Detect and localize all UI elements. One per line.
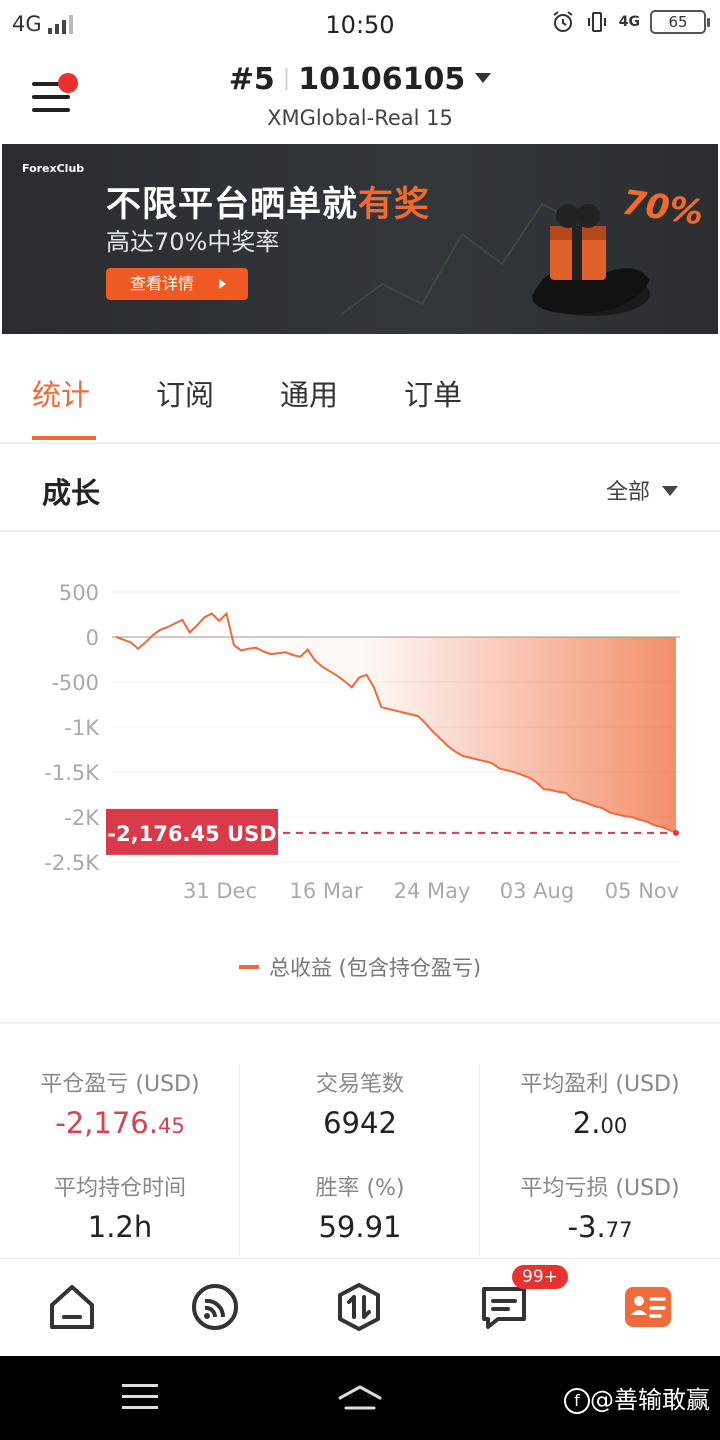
home-icon[interactable] [46,1281,98,1333]
y-tick-label: -500 [51,671,99,695]
y-tick-label: -1K [64,716,100,740]
stat-label: 胜率 (%) [315,1176,405,1201]
stat-avg-hold-time: 平均持仓时间 1.2h [0,1170,240,1244]
series-area [116,613,676,833]
current-value-label: -2,176.45 USD [107,822,276,846]
profile-card-icon[interactable] [622,1281,674,1333]
chart-legend: 总收益 (包含持仓盈亏) [0,952,720,982]
forexclub-logo: ForexClub [22,162,85,175]
y-tick-label: -2.5K [44,851,100,875]
growth-chart-svg[interactable]: 500 0 -500 -1K -1.5K -2K -2.5K 31 Dec 16 Mar 24 M… [0,534,720,934]
tab-orders[interactable]: 订单 [404,372,462,414]
battery-icon: 65 [650,10,710,34]
bottom-navigation: 99+ [0,1258,720,1356]
stat-win-rate: 胜率 (%) 59.91 [240,1170,480,1244]
x-tick-label: 03 Aug [500,879,574,903]
banner-headline: 不限平台晒单就有奖 [106,185,431,225]
network-type-right: 4G [618,14,640,30]
legend-label: 总收益 (包含持仓盈亏) [268,956,482,980]
period-filter[interactable]: 全部 [606,474,678,506]
growth-title: 成长 [42,476,101,510]
tab-statistics[interactable]: 统计 [32,372,90,414]
tab-general[interactable]: 通用 [280,372,338,414]
account-header: #5 | 10106105 XMGlobal-Real 15 [0,52,720,140]
stat-label: 平均盈利 (USD) [520,1072,680,1097]
tab-subscribe[interactable]: 订阅 [156,372,214,414]
weibo-icon: f [564,1388,590,1414]
system-navigation-bar: f @善输敢赢 [0,1356,720,1440]
stat-trade-count: 交易笔数 6942 [240,1066,480,1140]
growth-chart: 500 0 -500 -1K -1.5K -2K -2.5K 31 Dec 16 Mar 24 M… [0,534,720,1024]
status-bar: 4G 10:50 4G 65 [0,0,720,52]
stat-value: 6942 [323,1106,397,1140]
account-rank: #5 [228,62,275,97]
stat-value: 59.91 [318,1210,402,1244]
recent-apps-icon[interactable] [122,1384,158,1417]
stat-value: 1.2h [87,1210,153,1244]
series-endpoint [673,829,679,836]
stat-value: -3.77 [567,1210,633,1244]
y-tick-label: -1.5K [44,761,100,785]
stat-label: 平均持仓时间 [53,1176,186,1201]
feed-icon[interactable] [189,1281,241,1333]
status-icons: 4G 65 [551,10,710,34]
banner-subtitle: 高达70%中奖率 [106,228,280,256]
battery-level: 65 [668,13,688,31]
play-arrow-icon [219,279,226,289]
stat-label: 平仓盈亏 (USD) [40,1072,200,1097]
growth-section-header: 成长 全部 [0,444,720,532]
x-tick-label: 24 May [394,879,471,903]
watermark: f @善输敢赢 [564,1380,710,1415]
x-tick-label: 16 Mar [289,879,362,903]
chevron-down-icon [662,486,678,496]
legend-swatch [238,965,259,969]
stat-value: -2,176.45 [55,1106,185,1140]
account-selector[interactable]: #5 | 10106105 [0,62,720,97]
active-tab-indicator [32,436,96,440]
x-tick-label: 05 Nov [605,879,679,903]
stat-avg-profit: 平均盈利 (USD) 2.00 [480,1066,720,1140]
vibrate-icon [587,12,606,32]
stat-value: 2.00 [572,1106,628,1140]
account-server: XMGlobal-Real 15 [267,106,453,130]
stat-closed-pnl: 平仓盈亏 (USD) -2,176.45 [0,1066,240,1140]
x-tick-label: 31 Dec [183,879,257,903]
stats-grid: 平仓盈亏 (USD) -2,176.45 交易笔数 6942 平均盈利 (USD… [0,1026,720,1258]
trade-icon[interactable] [333,1281,385,1333]
message-badge: 99+ [512,1265,568,1289]
y-tick-label: 500 [59,581,99,605]
stat-label: 交易笔数 [315,1072,404,1097]
banner-details-button[interactable]: 查看详情 [106,268,248,300]
home-gesture-icon[interactable] [336,1384,384,1414]
y-tick-label: -2K [64,806,100,830]
tab-bar: 统计 订阅 通用 订单 [0,334,720,444]
stat-avg-loss: 平均亏损 (USD) -3.77 [480,1170,720,1244]
chevron-down-icon [475,73,492,83]
y-tick-label: 0 [86,626,99,650]
promo-banner[interactable]: ForexClub 不限平台晒单就有奖 高达70%中奖率 查看详情 70% [2,144,718,334]
account-number: 10106105 [298,62,466,97]
stat-label: 平均亏损 (USD) [520,1176,680,1201]
alarm-icon [553,11,573,32]
